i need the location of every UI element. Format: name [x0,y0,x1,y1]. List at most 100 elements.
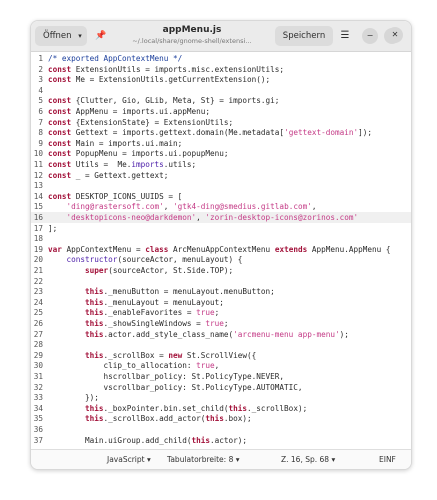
code-line[interactable]: 9 const Main = imports.ui.main; [31,138,411,149]
line-number: 13 [33,181,43,191]
code-line[interactable]: 37 Main.uiGroup.add_child(this.actor); [31,435,411,446]
code-line[interactable]: 8 const Gettext = imports.gettext.domain(… [31,127,411,138]
language-selector[interactable]: JavaScript ▾ [107,450,151,469]
hamburger-menu-icon[interactable]: ☰ [335,26,355,46]
line-number: 15 [33,202,43,212]
code-line[interactable]: 16 'desktopicons-neo@darkdemon', 'zorin-… [31,212,411,223]
code-line[interactable]: 1 /* exported AppContextMenu */ [31,53,411,64]
minimize-icon[interactable]: − [362,28,378,44]
code-line[interactable]: 14 const DESKTOP_ICONS_UUIDS = [ [31,191,411,202]
code-line[interactable]: 36 [31,424,411,435]
code-token: const [48,160,72,169]
code-token: ._boxPointer.bin.set_child( [103,403,229,413]
code-line[interactable]: 31 hscrollbar_policy: St.PolicyType.NEVE… [31,371,411,382]
pin-icon[interactable]: 📌 [91,26,111,46]
code-text: const {Clutter, Gio, GLib, Meta, St} = i… [48,95,279,106]
line-number: 8 [38,128,43,138]
line-number: 37 [33,435,43,445]
code-line[interactable]: 15 'ding@rastersoft.com', 'gtk4-ding@sme… [31,201,411,212]
chevron-down-icon: ▾ [235,455,240,464]
line-number: 10 [33,149,43,159]
code-line[interactable]: 11 const Utils = Me.imports.utils; [31,159,411,170]
code-line[interactable]: 10 const PopupMenu = imports.ui.popupMenu… [31,148,411,159]
code-text: const Utils = Me.imports.utils; [48,159,196,170]
code-line[interactable]: 29 this._scrollBox = new St.ScrollView({ [31,350,411,361]
line-number: 36 [33,425,43,434]
code-token: ._scrollBox.add_actor( [103,414,206,424]
code-line[interactable]: 3 const Me = ExtensionUtils.getCurrentExt… [31,74,411,85]
code-line[interactable]: 17]; [31,223,411,234]
editor-window: Öffnen ▾ 📌 appMenu.js ~/.local/share/gno… [30,20,412,470]
code-token: ._enableFavorites = [103,308,197,318]
code-line[interactable]: 32 vscrollbar_policy: St.PolicyType.AUTO… [31,382,411,393]
tab-width-selector[interactable]: Tabulatorbreite: 8 ▾ [167,450,240,469]
code-line[interactable]: 13 [31,180,411,191]
close-icon[interactable]: ✕ [387,27,403,43]
code-line[interactable]: 2 const ExtensionUtils = imports.misc.ext… [31,64,411,75]
code-text: 'ding@rastersoft.com', 'gtk4-ding@smediu… [48,201,317,212]
line-number: 18 [33,234,43,244]
insert-mode[interactable]: EINF [379,450,396,469]
code-line[interactable]: 6 const AppMenu = imports.ui.appMenu; [31,106,411,117]
code-token: 'gtk4-ding@smedius.gitlab.com' [172,202,312,212]
code-line[interactable]: 27 this.actor.add_style_class_name('arcm… [31,329,411,340]
code-token: , [163,202,173,212]
code-line[interactable]: 19 var AppContextMenu = class ArcMenuAppC… [31,244,411,255]
line-number: 16 [33,213,43,222]
code-text: super(sourceActor, St.Side.TOP); [48,265,233,276]
code-token: AppMenu.AppMenu { [307,244,391,254]
line-number: 1 [38,54,43,63]
code-text: this._scrollBox = new St.ScrollView({ [48,350,256,361]
code-text: 'desktopicons-neo@darkdemon', 'zorin-des… [48,212,359,223]
code-text: this._menuLayout = menuLayout; [48,297,224,308]
code-token: true [205,319,224,328]
code-token: {Clutter, Gio, GLib, Meta, St} = imports… [71,96,280,106]
line-number: 3 [38,75,43,85]
code-token: .actor); [210,435,248,445]
code-line[interactable]: 35 this._scrollBox.add_actor(this.box); [31,413,411,424]
line-number: 23 [33,287,43,297]
code-text: const {ExtensionState} = ExtensionUtils; [48,117,233,128]
code-line[interactable]: 26 this._showSingleWindows = true; [31,318,411,329]
code-token: this [85,403,104,413]
chevron-down-icon: ▾ [147,455,151,464]
code-text: var AppContextMenu = class ArcMenuAppCon… [48,244,391,255]
open-button[interactable]: Öffnen ▾ [35,26,87,46]
code-text: const AppMenu = imports.ui.appMenu; [48,106,210,117]
code-line[interactable]: 12 const _ = Gettext.gettext; [31,170,411,181]
code-token: 'arcmenu-menu app-menu' [233,329,340,339]
code-line[interactable]: 28 [31,339,411,350]
line-number: 35 [33,414,43,424]
cursor-position-selector[interactable]: Z. 16, Sp. 68 ▾ [281,450,335,469]
code-line[interactable]: 7 const {ExtensionState} = ExtensionUtils… [31,117,411,128]
code-line[interactable]: 22 [31,276,411,287]
code-line[interactable]: 24 this._menuLayout = menuLayout; [31,297,411,308]
code-token: extends [274,244,308,254]
code-line[interactable]: 25 this._enableFavorites = true; [31,307,411,318]
code-token: this [191,435,210,445]
code-line[interactable]: 18 [31,233,411,244]
code-line[interactable]: 23 this._menuButton = menuLayout.menuBut… [31,286,411,297]
code-line[interactable]: 30 clip_to_allocation: true, [31,360,411,371]
code-line[interactable]: 5 const {Clutter, Gio, GLib, Meta, St} = … [31,95,411,106]
code-editor[interactable]: 1 /* exported AppContextMenu */ 2 const Ext… [31,52,411,448]
code-token: ]); [358,128,373,138]
line-number: 7 [38,117,43,127]
line-number: 2 [38,64,43,74]
code-line[interactable]: 21 super(sourceActor, St.Side.TOP); [31,265,411,276]
save-button[interactable]: Speichern [275,26,333,46]
code-line[interactable]: 34 this._boxPointer.bin.set_child(this._… [31,403,411,414]
code-line[interactable]: 4 [31,85,411,96]
code-line[interactable]: 20 constructor(sourceActor, menuLayout) … [31,254,411,265]
code-text: this._boxPointer.bin.set_child(this._scr… [48,403,307,414]
line-number: 14 [33,191,43,201]
code-token: 'zorin-desktop-icons@zorinos.com' [205,213,359,222]
line-number: 27 [33,329,43,339]
code-text: this._scrollBox.add_actor(this.box); [48,413,252,424]
line-number: 19 [33,244,43,254]
code-line[interactable]: 33 }); [31,392,411,403]
line-number: 34 [33,403,43,413]
